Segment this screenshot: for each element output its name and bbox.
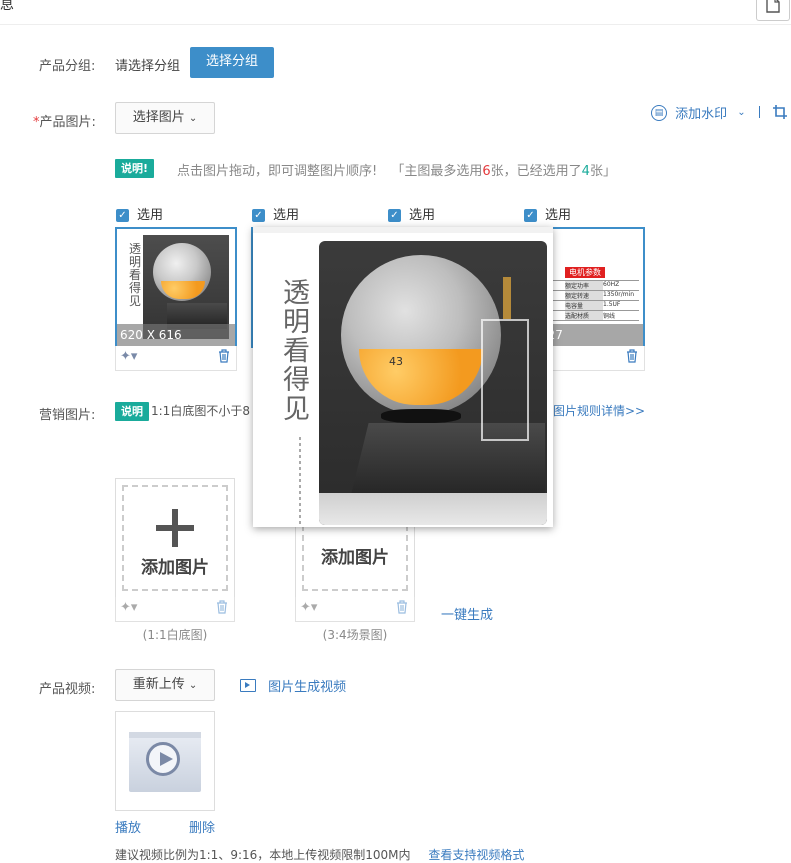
generate-video-link[interactable]: 图片生成视频 bbox=[240, 676, 346, 695]
chevron-down-icon: ⌄ bbox=[188, 680, 198, 691]
video-label: 产品视频: bbox=[39, 682, 96, 697]
header-title-fragment: 息 bbox=[0, 0, 14, 13]
reupload-dropdown[interactable]: 重新上传 ⌄ bbox=[115, 669, 215, 701]
add-2-toolbar: ✦▾ bbox=[295, 597, 415, 622]
check-icon: ✓ bbox=[524, 209, 537, 222]
watermark-dropdown[interactable]: ▤ 添加水印 ⌄ bbox=[651, 103, 746, 122]
white-bg-caption: (1:1白底图) bbox=[142, 628, 208, 642]
magic-wand-icon[interactable]: ✦▾ bbox=[120, 349, 137, 364]
trash-icon[interactable] bbox=[218, 349, 230, 363]
preview-product-photo: 43 bbox=[319, 241, 547, 525]
marketing-badge: 说明 bbox=[115, 402, 149, 421]
one-click-generate-link[interactable]: 一键生成 bbox=[441, 604, 493, 623]
thumb-1-toolbar: ✦▾ bbox=[115, 346, 237, 371]
select-checkbox-3[interactable]: ✓ 选用 bbox=[388, 204, 435, 223]
select-image-dropdown[interactable]: 选择图片 ⌄ bbox=[115, 102, 215, 134]
thumb-size-caption: 620 X 616 bbox=[117, 324, 235, 346]
select-checkbox-1[interactable]: ✓ 选用 bbox=[116, 204, 163, 223]
header-divider bbox=[0, 24, 791, 25]
select-checkbox-2[interactable]: ✓ 选用 bbox=[252, 204, 299, 223]
spec-table-header: 电机参数 bbox=[565, 267, 605, 278]
trash-icon[interactable] bbox=[626, 349, 638, 363]
video-formats-link[interactable]: 查看支持视频格式 bbox=[428, 848, 524, 862]
group-label: 产品分组: bbox=[39, 59, 96, 74]
play-icon bbox=[146, 742, 180, 776]
delete-link[interactable]: 删除 bbox=[189, 817, 215, 836]
film-icon bbox=[240, 679, 256, 692]
notice-text: 点击图片拖动，即可调整图片顺序! 「主图最多选用6张，已经选用了4张」 bbox=[177, 164, 616, 179]
generate-video-label: 图片生成视频 bbox=[268, 680, 347, 695]
marketing-label: 营销图片: bbox=[39, 408, 96, 423]
image-rules-link[interactable]: 图片规则详情>> bbox=[553, 402, 645, 419]
watermark-icon: ▤ bbox=[651, 104, 667, 121]
crop-icon[interactable] bbox=[772, 104, 788, 120]
marketing-text: 1:1白底图不小于8 bbox=[151, 404, 250, 418]
ball-number: 43 bbox=[389, 355, 403, 368]
notice-badge: 说明! bbox=[115, 159, 155, 178]
plus-icon bbox=[156, 509, 194, 547]
select-image-label: 选择图片 bbox=[132, 110, 185, 125]
add-white-bg-image[interactable]: 添加图片 bbox=[115, 478, 235, 598]
preview-vertical-title: 透明看得见 bbox=[283, 278, 310, 425]
watermark-label: 添加水印 bbox=[675, 107, 728, 122]
images-label-row: *产品图片: bbox=[33, 111, 96, 130]
chevron-down-icon: ⌄ bbox=[188, 113, 198, 124]
reupload-label: 重新上传 bbox=[132, 677, 185, 692]
group-placeholder: 请选择分组 bbox=[115, 59, 181, 74]
select-checkbox-4[interactable]: ✓ 选用 bbox=[524, 204, 571, 223]
video-hint: 建议视频比例为1:1、9:16，本地上传视频限制100M内 查看支持视频格式 bbox=[115, 848, 525, 862]
select-group-button[interactable]: 选择分组 bbox=[190, 47, 274, 78]
check-icon: ✓ bbox=[252, 209, 265, 222]
product-image-thumb-1[interactable]: 透明看得见 620 X 616 bbox=[115, 227, 237, 348]
chevron-down-icon: ⌄ bbox=[737, 107, 746, 118]
check-icon: ✓ bbox=[116, 209, 129, 222]
add-image-label: 添加图片 bbox=[141, 558, 209, 578]
play-link[interactable]: 播放 bbox=[115, 817, 141, 836]
document-icon bbox=[766, 0, 780, 13]
add-1-toolbar: ✦▾ bbox=[115, 597, 235, 622]
scene-caption: (3:4场景图) bbox=[322, 628, 388, 642]
add-image-label-2: 添加图片 bbox=[321, 548, 389, 568]
magic-wand-icon[interactable]: ✦▾ bbox=[120, 600, 137, 615]
check-icon: ✓ bbox=[388, 209, 401, 222]
document-icon-button[interactable] bbox=[756, 0, 790, 21]
trash-icon[interactable] bbox=[216, 600, 228, 614]
images-label: 产品图片: bbox=[39, 115, 96, 130]
toolbar-separator bbox=[759, 106, 760, 118]
thumb-vertical-text: 透明看得见 bbox=[129, 242, 142, 308]
image-preview-popup: 透明看得见 43 bbox=[253, 227, 553, 527]
trash-icon[interactable] bbox=[396, 600, 408, 614]
video-thumbnail[interactable] bbox=[115, 711, 215, 811]
magic-wand-icon[interactable]: ✦▾ bbox=[300, 600, 317, 615]
